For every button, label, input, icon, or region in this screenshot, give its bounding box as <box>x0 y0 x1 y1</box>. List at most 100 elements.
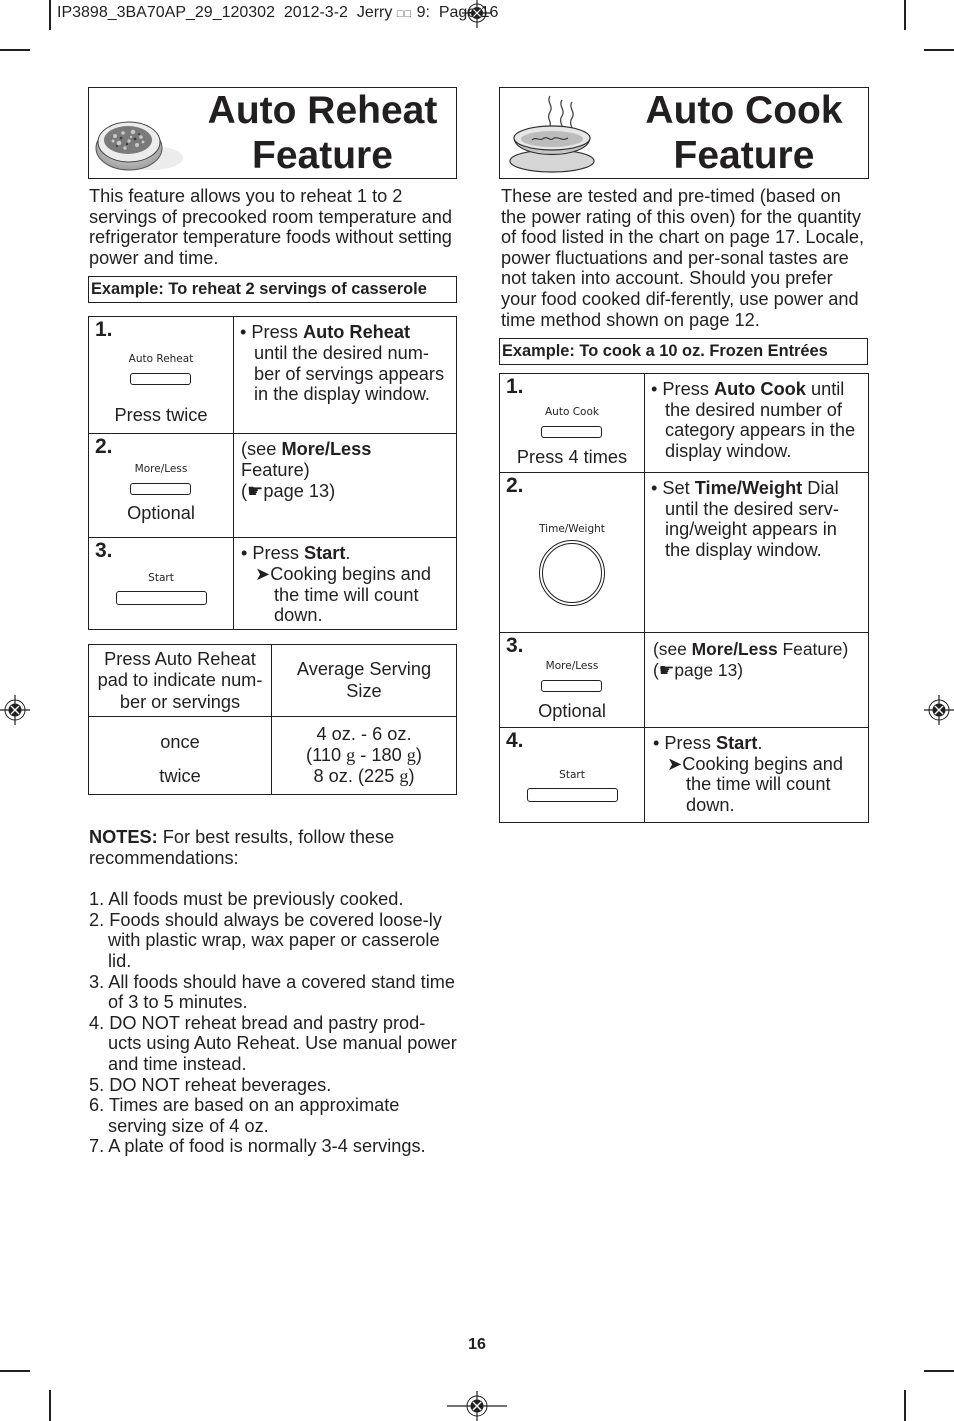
step-instruction-cell: (see More/Less Feature) (☛page 13) <box>644 632 869 729</box>
note-item: 1. All foods must be previously cooked. <box>89 889 404 910</box>
instruction-prefix: (see <box>241 439 282 460</box>
bullet: • Set <box>651 478 695 499</box>
auto-reheat-example: Example: To reheat 2 servings of cassero… <box>88 276 457 304</box>
bullet: • Press <box>240 322 303 343</box>
serving-header-row: Press Auto Reheat pad to indicate num-be… <box>88 644 457 718</box>
press-twice: twice <box>159 765 201 786</box>
auto-cook-section: Auto Cook Feature These are tested and p… <box>499 87 869 824</box>
step-row: 3. Start • Press Start. ➤Cooking begins … <box>88 537 457 631</box>
start-pad-button[interactable] <box>116 591 207 606</box>
bullet: • Press <box>241 543 304 564</box>
result-text: Cooking begins and the time will count d… <box>270 563 432 626</box>
period: . <box>757 733 763 754</box>
step-instruction-cell: • Press Auto Reheat until the desired nu… <box>233 316 457 435</box>
registration-mark-icon <box>0 695 30 725</box>
step-number: 1. <box>506 375 524 399</box>
step-number: 4. <box>506 729 524 753</box>
more-less-pad-button[interactable] <box>130 483 191 496</box>
unit-g: g <box>406 745 416 766</box>
key-name: More/Less <box>691 639 778 660</box>
press-values: once twice <box>88 716 272 796</box>
step-row: 4. Start • Press Start. ➤Cooking begins … <box>499 727 869 824</box>
auto-cook-steps-table: 1. Auto Cook Press 4 times • Press Auto … <box>499 373 869 824</box>
notes-intro: NOTES: For best results, follow these re… <box>89 827 457 868</box>
step-row: 1. Auto Cook Press 4 times • Press Auto … <box>499 373 869 474</box>
period: . <box>345 543 351 564</box>
note-item: 7. A plate of food is normally 3-4 servi… <box>89 1136 426 1157</box>
step-number: 3. <box>506 634 524 658</box>
key-name: Time/Weight <box>694 478 803 499</box>
crop-mark <box>49 1390 51 1421</box>
crop-mark <box>0 49 30 51</box>
result-text: Cooking begins and the time will count d… <box>682 753 844 815</box>
registration-mark-icon <box>462 0 492 28</box>
notes-list: 1. All foods must be previously cooked. … <box>89 889 457 1157</box>
notes-label: NOTES: <box>89 827 158 848</box>
crop-mark <box>904 1390 906 1421</box>
serving-data-row: once twice 4 oz. - 6 oz. (110 g - 180 g)… <box>88 716 457 796</box>
optional-note: Optional <box>538 701 606 722</box>
step-pad-cell: 1. Auto Reheat Press twice <box>88 316 234 435</box>
auto-reheat-steps-table: 1. Auto Reheat Press twice • Press Auto … <box>88 316 457 631</box>
size-text: - 180 <box>355 745 407 766</box>
step-pad-cell: 2. More/Less Optional <box>88 433 234 539</box>
crop-mark <box>924 1370 954 1372</box>
soup-bowl-icon <box>509 95 595 173</box>
slug-author: Jerry <box>356 4 393 21</box>
instruction-text: • Set Time/Weight Dial until the desired… <box>651 478 862 560</box>
notes-section: NOTES: For best results, follow these re… <box>88 827 457 1157</box>
key-name: More/Less <box>281 439 372 460</box>
slug-garbled: □□ <box>396 8 413 20</box>
registration-mark-icon <box>924 695 954 725</box>
title-line: Auto Reheat <box>207 89 438 132</box>
instruction-rest: Feature) <box>241 459 310 480</box>
size-once-oz: 4 oz. - 6 oz. <box>316 724 412 745</box>
auto-cook-pad-button[interactable] <box>541 426 602 439</box>
slug-job: IP3898_3BA70AP_29_120302 <box>57 4 275 21</box>
instruction-rest: Feature) <box>777 639 849 660</box>
step-instruction-cell: • Set Time/Weight Dial until the desired… <box>644 472 869 634</box>
step-instruction-cell: • Press Start. ➤Cooking begins and the t… <box>644 727 869 824</box>
auto-reheat-title: Auto Reheat Feature <box>189 88 456 178</box>
key-name: Auto Cook <box>713 379 806 400</box>
note-item: 4. DO NOT reheat bread and pastry prod-u… <box>89 1012 457 1074</box>
key-name: Auto Reheat <box>302 322 411 343</box>
slug-date: 2012-3-2 <box>283 4 348 21</box>
header-size: Average Serving Size <box>271 644 457 718</box>
print-slug: IP3898_3BA70AP_29_120302 2012-3-2 Jerry … <box>57 4 498 22</box>
instruction-rest: until the desired num-ber of servings ap… <box>254 342 445 405</box>
crop-mark <box>0 1370 30 1372</box>
pad-label: Auto Cook <box>545 406 599 419</box>
unit-g: g <box>346 745 356 766</box>
page-reference-link[interactable]: page 13) <box>263 481 335 501</box>
instruction-prefix: (see <box>653 639 692 660</box>
pad-label: Start <box>148 572 174 585</box>
auto-reheat-section: Auto Reheat Feature This feature allows … <box>88 87 457 1157</box>
step-number: 2. <box>506 474 524 498</box>
crop-mark <box>904 0 906 30</box>
page-reference-link[interactable]: page 13) <box>674 660 743 680</box>
key-name: Start <box>715 733 758 754</box>
pad-label: More/Less <box>134 463 188 476</box>
time-weight-dial[interactable] <box>539 540 605 607</box>
page-number: 16 <box>468 1336 486 1353</box>
auto-cook-intro: These are tested and pre-timed (based on… <box>501 186 864 330</box>
start-pad-button[interactable] <box>527 788 618 803</box>
pad-label: Time/Weight <box>539 523 605 536</box>
size-text: ) <box>415 745 422 766</box>
press-count-note: Press twice <box>114 405 208 426</box>
header-press: Press Auto Reheat pad to indicate num-be… <box>88 644 272 718</box>
pad-label: Start <box>559 769 585 782</box>
registration-mark-icon <box>447 1391 507 1421</box>
step-pad-cell: 1. Auto Cook Press 4 times <box>499 373 645 474</box>
more-less-pad-button[interactable] <box>541 680 602 693</box>
step-number: 3. <box>95 539 113 563</box>
step-pad-cell: 3. Start <box>88 537 234 631</box>
pointing-hand-icon: ☛ <box>247 480 264 501</box>
crop-mark <box>49 0 51 30</box>
pointing-hand-icon: ☛ <box>658 659 675 680</box>
result-line: ➤Cooking begins and the time will count … <box>241 564 450 626</box>
auto-reheat-pad-button[interactable] <box>130 373 191 386</box>
arrow-right-icon: ➤ <box>667 753 683 774</box>
auto-cook-example: Example: To cook a 10 oz. Frozen Entrées <box>499 338 868 366</box>
